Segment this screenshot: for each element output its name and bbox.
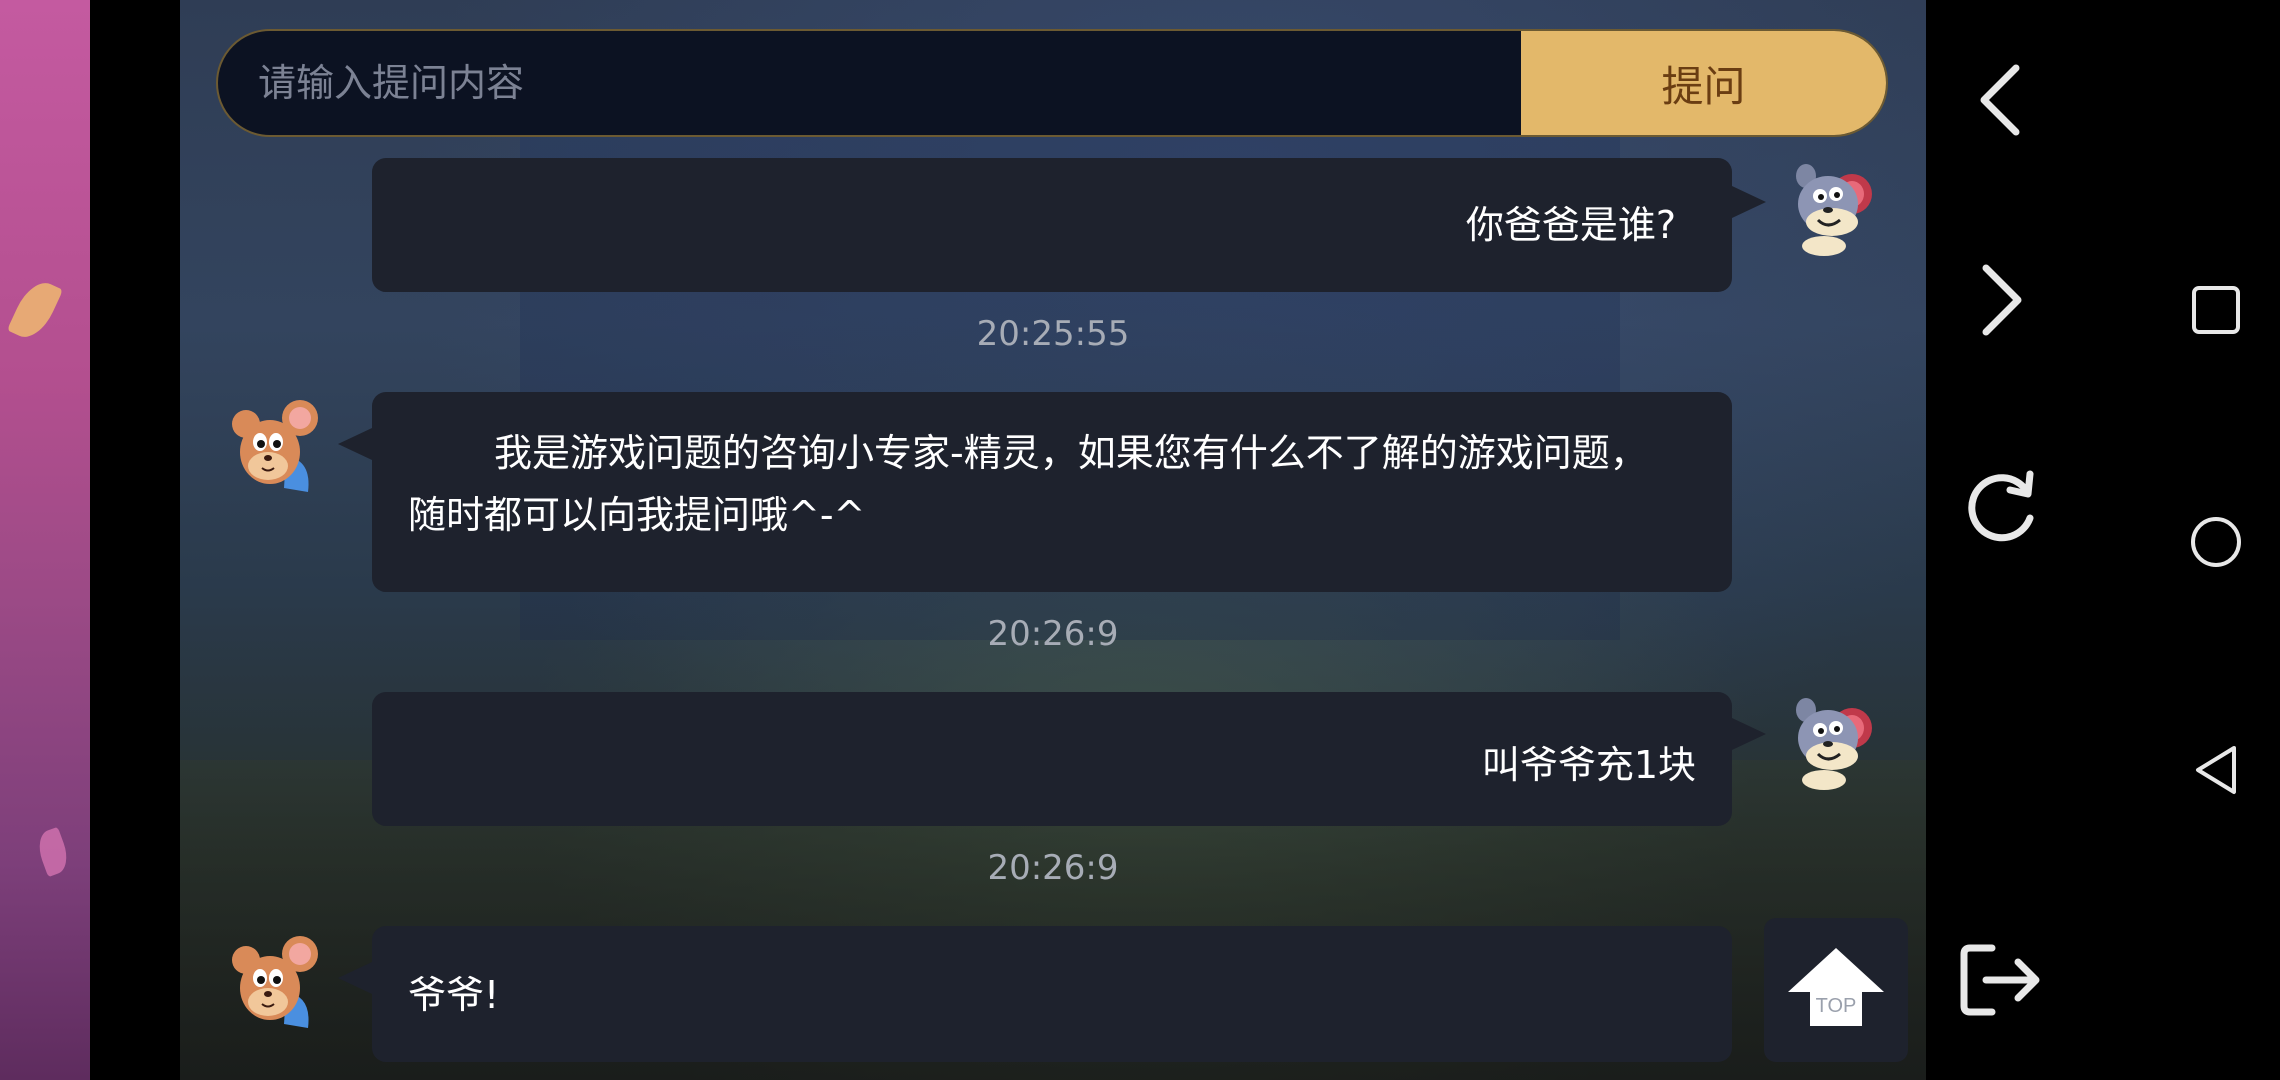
chat-message-user: 你爸爸是谁? <box>372 158 1732 292</box>
message-timestamp: 20:26:9 <box>987 614 1119 654</box>
question-input-bar: 提问 <box>216 29 1888 137</box>
control-bar <box>1926 0 2280 1080</box>
message-text: 叫爷爷充1块 <box>1481 743 1696 787</box>
message-text: 你爸爸是谁? <box>1465 203 1676 247</box>
home-icon[interactable] <box>2188 514 2244 570</box>
top-label: TOP <box>1816 995 1857 1017</box>
bubble-tail <box>1732 718 1766 750</box>
question-input[interactable] <box>218 31 1523 135</box>
back-chevron-icon[interactable] <box>1966 60 2036 140</box>
chat-message-user: 叫爷爷充1块 <box>372 692 1732 826</box>
back-triangle-icon[interactable] <box>2190 742 2242 798</box>
bubble-tail <box>338 962 372 994</box>
chat-panel: 提问 你爸爸是谁? 20:25:55 我是游戏问题的咨询小专家-精灵，如果您有什… <box>180 0 1926 1080</box>
exit-icon[interactable] <box>1956 940 2046 1020</box>
bubble-tail <box>338 428 372 460</box>
left-background-strip <box>0 0 90 1080</box>
message-text: 我是游戏问题的咨询小专家-精灵，如果您有什么不了解的游戏问题，随时都可以向我提问… <box>408 431 1648 537</box>
chat-message-assistant: 我是游戏问题的咨询小专家-精灵，如果您有什么不了解的游戏问题，随时都可以向我提问… <box>372 392 1732 592</box>
message-text: 爷爷! <box>408 973 500 1017</box>
leaf-decoration <box>33 826 73 878</box>
leaf-decoration <box>6 275 64 345</box>
left-border <box>90 0 180 1080</box>
forward-chevron-icon[interactable] <box>1966 260 2036 340</box>
message-timestamp: 20:26:9 <box>987 848 1119 888</box>
bubble-tail <box>1732 186 1766 218</box>
tom-cat-icon <box>1796 164 1872 256</box>
jerry-mouse-icon <box>232 400 318 492</box>
ask-button[interactable]: 提问 <box>1521 31 1886 135</box>
tom-cat-icon <box>1796 698 1872 790</box>
scroll-to-top-button[interactable]: TOP <box>1764 918 1908 1062</box>
chat-message-assistant: 爷爷! <box>372 926 1732 1062</box>
arrow-up-icon: TOP <box>1788 948 1884 1026</box>
recent-apps-icon[interactable] <box>2190 284 2242 336</box>
jerry-mouse-icon <box>232 936 318 1028</box>
refresh-icon[interactable] <box>1956 460 2046 550</box>
message-timestamp: 20:25:55 <box>976 314 1130 354</box>
